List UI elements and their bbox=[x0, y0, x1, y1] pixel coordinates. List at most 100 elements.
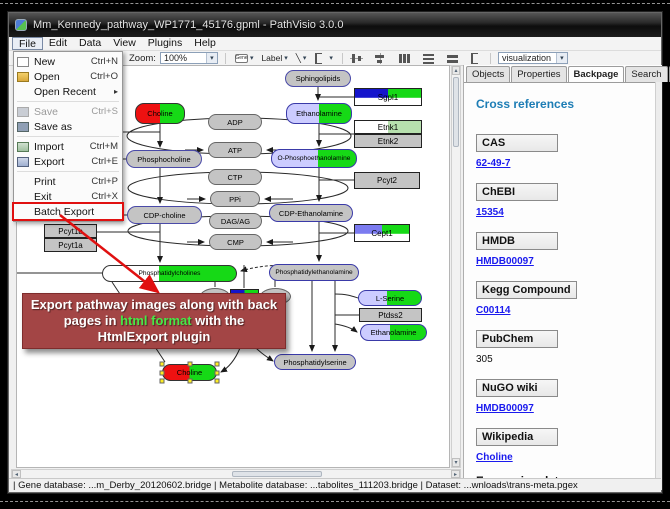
pathway-node-phosphatidylcholines[interactable]: Phosphatidylcholines bbox=[102, 265, 237, 282]
status-bar: | Gene database: ...m_Derby_20120602.bri… bbox=[9, 478, 661, 491]
xref-link[interactable]: 15354 bbox=[476, 207, 655, 218]
connector-tool-button[interactable]: ▾ bbox=[312, 52, 335, 64]
zoom-label: Zoom: bbox=[129, 53, 156, 64]
xref-section-title: ChEBI bbox=[476, 183, 558, 201]
pathway-node-pcyt2[interactable]: Pcyt2 bbox=[354, 172, 420, 189]
title-bar[interactable]: Mm_Kennedy_pathway_WP1771_45176.gpml - P… bbox=[9, 13, 661, 37]
pathway-node-etnk2[interactable]: Etnk2 bbox=[354, 134, 422, 148]
scroll-left-icon[interactable]: ◂ bbox=[12, 470, 21, 478]
chevron-down-icon[interactable]: ▾ bbox=[206, 53, 217, 63]
file-menu-item-exit[interactable]: ExitCtrl+X bbox=[14, 189, 122, 204]
pathway-node-l-serine[interactable]: L-Serine bbox=[358, 290, 422, 306]
xref-section-title: NuGO wiki bbox=[476, 379, 558, 397]
tab-backpage[interactable]: Backpage bbox=[568, 66, 625, 82]
pathway-node-phosphatidylserine[interactable]: Phosphatidylserine bbox=[274, 354, 356, 370]
pathway-node-cmp[interactable]: CMP bbox=[209, 234, 262, 250]
menu-file[interactable]: File bbox=[12, 37, 43, 50]
menu-data[interactable]: Data bbox=[73, 37, 107, 50]
selection-handle[interactable] bbox=[187, 362, 192, 367]
menu-icon-spacer bbox=[17, 177, 29, 187]
pathway-node-cept1[interactable]: Cept1 bbox=[354, 224, 410, 242]
visualization-combobox[interactable]: visualization ▾ bbox=[498, 52, 568, 64]
selection-handle[interactable] bbox=[215, 362, 220, 367]
menu-bar: FileEditDataViewPluginsHelp bbox=[9, 37, 661, 51]
file-menu-item-import[interactable]: ImportCtrl+M bbox=[14, 139, 122, 154]
xref-link[interactable]: HMDB00097 bbox=[476, 403, 655, 414]
selection-handle[interactable] bbox=[160, 370, 165, 375]
menu-item-label: Import bbox=[34, 141, 84, 153]
menu-help[interactable]: Help bbox=[188, 37, 222, 50]
file-menu-item-export[interactable]: ExportCtrl+E bbox=[14, 154, 122, 169]
file-menu-item-print[interactable]: PrintCtrl+P bbox=[14, 174, 122, 189]
file-menu-item-open-recent[interactable]: Open Recent▸ bbox=[14, 84, 122, 99]
line-tool-button[interactable]: ╲ ▾ bbox=[294, 52, 309, 64]
new-document-icon bbox=[17, 57, 29, 67]
xref-link[interactable]: C00114 bbox=[476, 305, 655, 316]
pathway-node-etnk1[interactable]: Etnk1 bbox=[354, 120, 422, 134]
menu-view[interactable]: View bbox=[107, 37, 142, 50]
selection-handle[interactable] bbox=[215, 370, 220, 375]
pathway-node-sgpl1[interactable]: Sgpl1 bbox=[354, 88, 422, 106]
zoom-combobox[interactable]: 100% ▾ bbox=[160, 52, 218, 64]
xref-link[interactable]: 62-49-7 bbox=[476, 158, 655, 169]
pathway-node-pcyt1a[interactable]: Pcyt1a bbox=[44, 238, 97, 252]
pathway-node-pcyt1b[interactable]: Pcyt1b bbox=[44, 224, 97, 238]
xref-section-cas: CAS 62-49-7 bbox=[476, 133, 655, 169]
selection-handle[interactable] bbox=[160, 362, 165, 367]
pathway-node-choline[interactable]: Choline bbox=[135, 103, 185, 124]
label-tool-button[interactable]: Label ▾ bbox=[259, 52, 289, 64]
tab-properties[interactable]: Properties bbox=[511, 66, 566, 82]
pathway-node-cdp-choline[interactable]: CDP-choline bbox=[127, 206, 202, 224]
file-menu-item-save[interactable]: SaveCtrl+S bbox=[14, 104, 122, 119]
horizontal-scroll-thumb[interactable] bbox=[232, 471, 322, 477]
xref-section-title: CAS bbox=[476, 134, 558, 152]
pathway-node-ppi[interactable]: PPi bbox=[210, 191, 260, 207]
pathway-node-ethanolamine[interactable]: Ethanolamine bbox=[286, 103, 352, 124]
pathway-node-phosphatidylethanolamine[interactable]: Phosphatidylethanolamine bbox=[269, 264, 359, 281]
stack-vertical-icon[interactable] bbox=[446, 53, 459, 64]
chevron-down-icon: ▾ bbox=[250, 54, 254, 62]
file-menu-item-open[interactable]: OpenCtrl+O bbox=[14, 69, 122, 84]
pathway-node-cdp-ethanolamine[interactable]: CDP-Ethanolamine bbox=[269, 204, 353, 222]
distribute-horizontal-icon[interactable] bbox=[398, 53, 411, 64]
canvas-vertical-scrollbar[interactable]: ▴ ▾ bbox=[451, 65, 461, 468]
vertical-scroll-thumb[interactable] bbox=[453, 77, 459, 147]
scroll-up-icon[interactable]: ▴ bbox=[452, 66, 460, 75]
scroll-right-icon[interactable]: ▸ bbox=[451, 470, 460, 478]
xref-link[interactable]: Choline bbox=[476, 452, 655, 463]
tab-objects[interactable]: Objects bbox=[466, 66, 510, 82]
panel-vertical-scrollbar[interactable] bbox=[655, 82, 662, 490]
gene-tool-button[interactable]: Gene ▾ bbox=[233, 52, 256, 64]
slide-border-artifact-top bbox=[0, 3, 670, 4]
menu-item-label: Print bbox=[34, 176, 85, 188]
align-middle-icon[interactable] bbox=[374, 53, 387, 64]
pathway-node-phosphocholine[interactable]: Phosphocholine bbox=[126, 150, 202, 168]
scroll-down-icon[interactable]: ▾ bbox=[452, 458, 460, 467]
pathway-node-adp[interactable]: ADP bbox=[208, 114, 262, 130]
backpage-panel[interactable]: Cross references CAS62-49-7ChEBI15354HMD… bbox=[464, 82, 655, 490]
xref-section-hmdb: HMDBHMDB00097 bbox=[476, 231, 655, 267]
xref-link[interactable]: HMDB00097 bbox=[476, 256, 655, 267]
pathway-node-dag-ag[interactable]: DAG/AG bbox=[209, 213, 262, 229]
pathway-node-atp[interactable]: ATP bbox=[208, 142, 262, 158]
chevron-down-icon[interactable]: ▾ bbox=[556, 53, 567, 63]
menu-edit[interactable]: Edit bbox=[43, 37, 73, 50]
menu-plugins[interactable]: Plugins bbox=[142, 37, 188, 50]
selection-handle[interactable] bbox=[187, 379, 192, 384]
pathway-node-sphingolipids[interactable]: Sphingolipids bbox=[285, 70, 351, 87]
distribute-vertical-icon[interactable] bbox=[422, 53, 435, 64]
file-menu-item-batch-export[interactable]: Batch Export bbox=[14, 204, 122, 219]
xref-section-wikipedia: WikipediaCholine bbox=[476, 427, 655, 463]
file-menu-item-save-as[interactable]: Save as bbox=[14, 119, 122, 134]
align-center-icon[interactable] bbox=[350, 53, 363, 64]
tab-search[interactable]: Search bbox=[625, 66, 667, 82]
file-menu: NewCtrl+NOpenCtrl+OOpen Recent▸ SaveCtrl+… bbox=[13, 51, 123, 222]
selection-handle[interactable] bbox=[160, 379, 165, 384]
pathway-node-ptdss2[interactable]: Ptdss2 bbox=[359, 308, 422, 322]
selection-handle[interactable] bbox=[215, 379, 220, 384]
file-menu-item-new[interactable]: NewCtrl+N bbox=[14, 54, 122, 69]
pathway-node-o-phosphoethanolamine[interactable]: O-Phosphoethanolamine bbox=[271, 149, 357, 168]
pathway-node-ethanolamine[interactable]: Ethanolamine bbox=[360, 324, 427, 341]
pathway-node-ctp[interactable]: CTP bbox=[208, 169, 262, 185]
align-edge-icon[interactable] bbox=[470, 53, 483, 64]
